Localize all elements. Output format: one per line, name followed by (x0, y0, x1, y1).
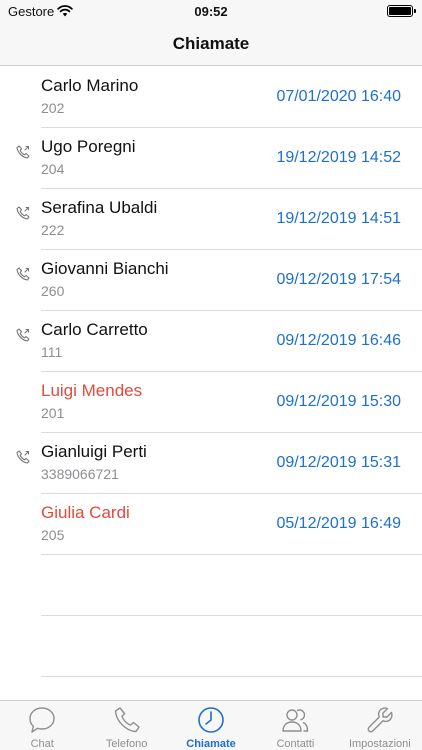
call-row[interactable]: Gianluigi Perti 3389066721 09/12/2019 15… (0, 433, 422, 494)
caller-number: 202 (41, 100, 65, 116)
call-row-missed[interactable]: Giulia Cardi 205 05/12/2019 16:49 (0, 494, 422, 555)
caller-name: Carlo Carretto (41, 320, 148, 339)
caller-name: Giulia Cardi (41, 503, 130, 522)
tab-impostazioni[interactable]: Impostazioni (338, 701, 422, 750)
call-row[interactable]: Serafina Ubaldi 222 19/12/2019 14:51 (0, 189, 422, 250)
call-row-missed[interactable]: Luigi Mendes 201 09/12/2019 15:30 (0, 372, 422, 433)
status-time: 09:52 (194, 4, 228, 19)
call-datetime: 19/12/2019 14:51 (276, 210, 401, 227)
caller-name: Gianluigi Perti (41, 442, 147, 461)
caller-name: Luigi Mendes (41, 381, 143, 400)
call-datetime: 09/12/2019 16:46 (276, 332, 401, 349)
tab-contatti[interactable]: Contatti (253, 701, 337, 750)
clock-icon (198, 707, 224, 733)
caller-number: 3389066721 (41, 466, 119, 482)
call-history-list: Carlo Marino 202 07/01/2020 16:40 Ugo Po… (0, 67, 422, 677)
tab-chat[interactable]: Chat (0, 701, 84, 750)
call-row[interactable]: Carlo Marino 202 07/01/2020 16:40 (0, 67, 422, 128)
call-datetime: 05/12/2019 16:49 (276, 515, 401, 532)
caller-name: Giovanni Bianchi (41, 259, 169, 278)
call-datetime: 09/12/2019 17:54 (276, 271, 401, 288)
caller-number: 260 (41, 283, 65, 299)
outgoing-call-icon (16, 450, 30, 464)
wrench-icon (367, 707, 393, 733)
contacts-icon (282, 709, 309, 732)
call-row[interactable]: Carlo Carretto 111 09/12/2019 16:46 (0, 311, 422, 372)
caller-number: 204 (41, 161, 65, 177)
outgoing-call-icon (16, 145, 30, 159)
outgoing-call-icon (16, 328, 30, 342)
tab-label: Contatti (276, 738, 315, 750)
tab-label: Telefono (105, 738, 148, 750)
tab-bar: Chat Telefono Chiamate Contatti Impostaz… (0, 700, 422, 750)
navigation-bar: Chiamate (0, 22, 422, 66)
tab-chiamate[interactable]: Chiamate (169, 701, 253, 750)
row-divider (41, 676, 422, 677)
caller-number: 222 (41, 222, 65, 238)
caller-name: Serafina Ubaldi (41, 198, 158, 217)
status-bar: Gestore 09:52 (0, 0, 422, 22)
chat-bubble-icon (29, 707, 55, 733)
phone-handset-icon (114, 707, 140, 733)
battery-icon (387, 5, 416, 17)
call-row[interactable]: Ugo Poregni 204 19/12/2019 14:52 (0, 128, 422, 189)
tab-label: Chiamate (186, 738, 236, 750)
call-datetime: 09/12/2019 15:31 (276, 454, 401, 471)
caller-number: 205 (41, 527, 65, 543)
outgoing-call-icon (16, 267, 30, 281)
tab-label: Chat (30, 738, 54, 750)
call-datetime: 19/12/2019 14:52 (276, 149, 401, 166)
empty-row (0, 616, 422, 677)
tab-label: Impostazioni (348, 738, 411, 750)
tab-telefono[interactable]: Telefono (84, 701, 168, 750)
empty-row (0, 555, 422, 616)
caller-number: 111 (41, 344, 63, 360)
call-row[interactable]: Giovanni Bianchi 260 09/12/2019 17:54 (0, 250, 422, 311)
call-datetime: 07/01/2020 16:40 (276, 88, 401, 105)
call-datetime: 09/12/2019 15:30 (276, 393, 401, 410)
outgoing-call-icon (16, 206, 30, 220)
caller-name: Carlo Marino (41, 76, 139, 95)
page-title: Chiamate (172, 34, 250, 53)
caller-number: 201 (41, 405, 65, 421)
caller-name: Ugo Poregni (41, 137, 136, 156)
